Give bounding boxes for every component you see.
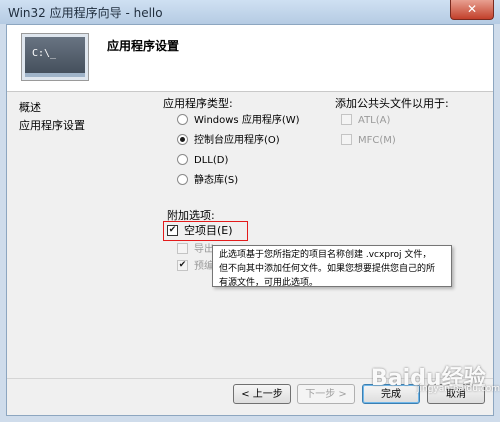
settings-content: 应用程序类型: Windows 应用程序(W) 控制台应用程序(O) DLL(D… xyxy=(163,95,483,325)
tooltip-line: 有源文件，可用此选项。 xyxy=(219,278,319,288)
radio-static-lib-label: 静态库(S) xyxy=(194,175,239,186)
radio-windows-app-label: Windows 应用程序(W) xyxy=(194,115,300,126)
radio-on-icon xyxy=(177,133,188,145)
radio-windows-app[interactable]: Windows 应用程序(W) xyxy=(177,113,300,129)
checkbox-precompiled-header[interactable]: ✔ 预编 xyxy=(177,259,214,275)
prev-button[interactable]: < 上一步 xyxy=(233,384,291,404)
checkbox-off-icon: ✔ xyxy=(177,259,188,271)
checkbox-atl[interactable]: ATL(A) xyxy=(341,113,390,129)
radio-dll-label: DLL(D) xyxy=(194,155,229,166)
radio-console-app-label: 控制台应用程序(O) xyxy=(194,135,280,146)
wizard-header: C:\_ 应用程序设置 xyxy=(7,25,493,92)
app-type-label: 应用程序类型: xyxy=(163,97,233,110)
checkbox-off-icon xyxy=(341,113,352,125)
empty-project-tooltip: 此选项基于您所指定的项目名称创建 .vcxproj 文件， 但不向其中添加任何文… xyxy=(212,245,452,288)
next-button[interactable]: 下一步 > xyxy=(297,384,355,404)
nav-item-overview[interactable]: 概述 xyxy=(19,99,139,117)
console-prompt-text: C:\_ xyxy=(32,48,57,59)
close-button[interactable]: ✕ xyxy=(450,0,494,20)
title-bar[interactable]: Win32 应用程序向导 - hello ✕ xyxy=(0,0,500,24)
console-icon-bar xyxy=(25,73,85,77)
baidu-watermark: Baidu经验 jingyan.baidu.com xyxy=(363,340,500,400)
tooltip-line: 此选项基于您所指定的项目名称创建 .vcxproj 文件， xyxy=(219,250,432,260)
radio-off-icon xyxy=(177,173,188,185)
page-title: 应用程序设置 xyxy=(107,39,180,53)
radio-static-lib[interactable]: 静态库(S) xyxy=(177,173,238,189)
tooltip-line: 但不向其中添加任何文件。如果您想要提供您自己的所 xyxy=(219,264,436,274)
highlight-box xyxy=(163,221,248,241)
checkbox-precompiled-header-label: 预编 xyxy=(194,261,214,272)
window-title: Win32 应用程序向导 - hello xyxy=(8,6,163,20)
checkbox-mfc-label: MFC(M) xyxy=(358,135,396,146)
radio-off-icon xyxy=(177,153,188,165)
checkbox-export-symbols-label: 导出 xyxy=(194,244,214,255)
radio-dll[interactable]: DLL(D) xyxy=(177,153,228,169)
wizard-window: Win32 应用程序向导 - hello ✕ C:\_ 应用程序设置 概述 应用… xyxy=(0,0,500,422)
radio-off-icon xyxy=(177,113,188,125)
console-app-icon: C:\_ xyxy=(21,33,89,81)
wizard-nav: 概述 应用程序设置 xyxy=(19,99,139,135)
checkbox-off-icon xyxy=(341,133,352,145)
checkbox-off-icon xyxy=(177,242,188,254)
baidu-watermark-url: jingyan.baidu.com xyxy=(417,384,500,394)
checkbox-atl-label: ATL(A) xyxy=(358,115,391,126)
common-headers-label: 添加公共头文件以用于: xyxy=(335,97,449,110)
radio-console-app[interactable]: 控制台应用程序(O) xyxy=(177,133,280,149)
checkbox-mfc[interactable]: MFC(M) xyxy=(341,133,396,149)
nav-item-app-settings[interactable]: 应用程序设置 xyxy=(19,117,139,135)
checkbox-export-symbols[interactable]: 导出 xyxy=(177,242,214,258)
